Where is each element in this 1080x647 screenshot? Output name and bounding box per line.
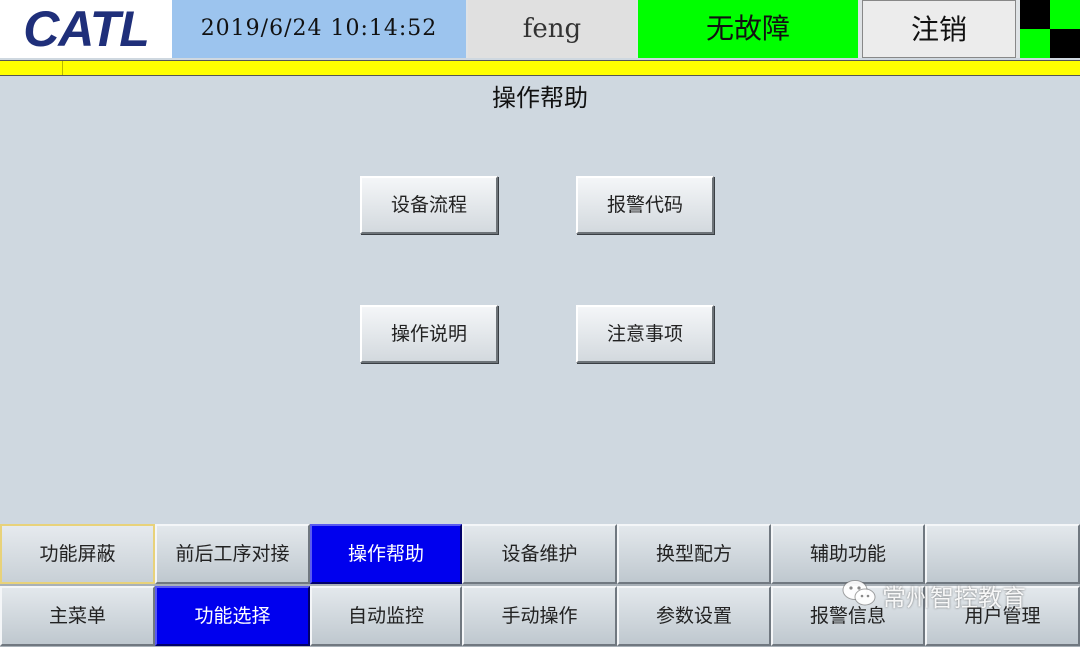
nav-auxiliary-functions[interactable]: 辅助功能: [771, 524, 925, 584]
nav-function-select[interactable]: 功能选择: [155, 586, 310, 646]
alarm-code-button[interactable]: 报警代码: [576, 176, 714, 234]
status-checker-icon: [1020, 0, 1080, 58]
catl-logo: CATL: [0, 0, 172, 58]
nav-function-mask[interactable]: 功能屏蔽: [0, 524, 155, 584]
nav-operation-help[interactable]: 操作帮助: [310, 524, 462, 584]
wechat-icon: [842, 579, 876, 619]
nav-empty-slot: [925, 524, 1080, 584]
nav-main-menu[interactable]: 主菜单: [0, 586, 155, 646]
wechat-brand-text: 常州智控教育: [882, 584, 1026, 612]
nav-manual-operation[interactable]: 手动操作: [462, 586, 617, 646]
page-title: 操作帮助: [492, 84, 588, 112]
fault-status-indicator: 无故障: [638, 0, 858, 58]
main-panel: 操作帮助 设备流程 报警代码 操作说明 注意事项: [0, 76, 1080, 524]
operation-manual-button[interactable]: 操作说明: [360, 305, 498, 363]
nav-changeover-recipe[interactable]: 换型配方: [617, 524, 771, 584]
logout-button[interactable]: 注销: [862, 0, 1016, 58]
precautions-button[interactable]: 注意事项: [576, 305, 714, 363]
nav-auto-monitor[interactable]: 自动监控: [310, 586, 462, 646]
equipment-flow-button[interactable]: 设备流程: [360, 176, 498, 234]
background-watermark: [0, 76, 1080, 374]
nav-process-interlock[interactable]: 前后工序对接: [155, 524, 310, 584]
wechat-watermark: 常州智控教育: [842, 578, 1026, 618]
header-bar: CATL 2019/6/24 10:14:52 feng 无故障 注销: [0, 0, 1080, 58]
nav-equipment-maintenance[interactable]: 设备维护: [462, 524, 617, 584]
datetime-display: 2019/6/24 10:14:52: [172, 0, 466, 58]
current-user: feng: [468, 0, 636, 58]
nav-parameter-settings[interactable]: 参数设置: [617, 586, 771, 646]
alarm-message-bar: [0, 60, 1080, 76]
